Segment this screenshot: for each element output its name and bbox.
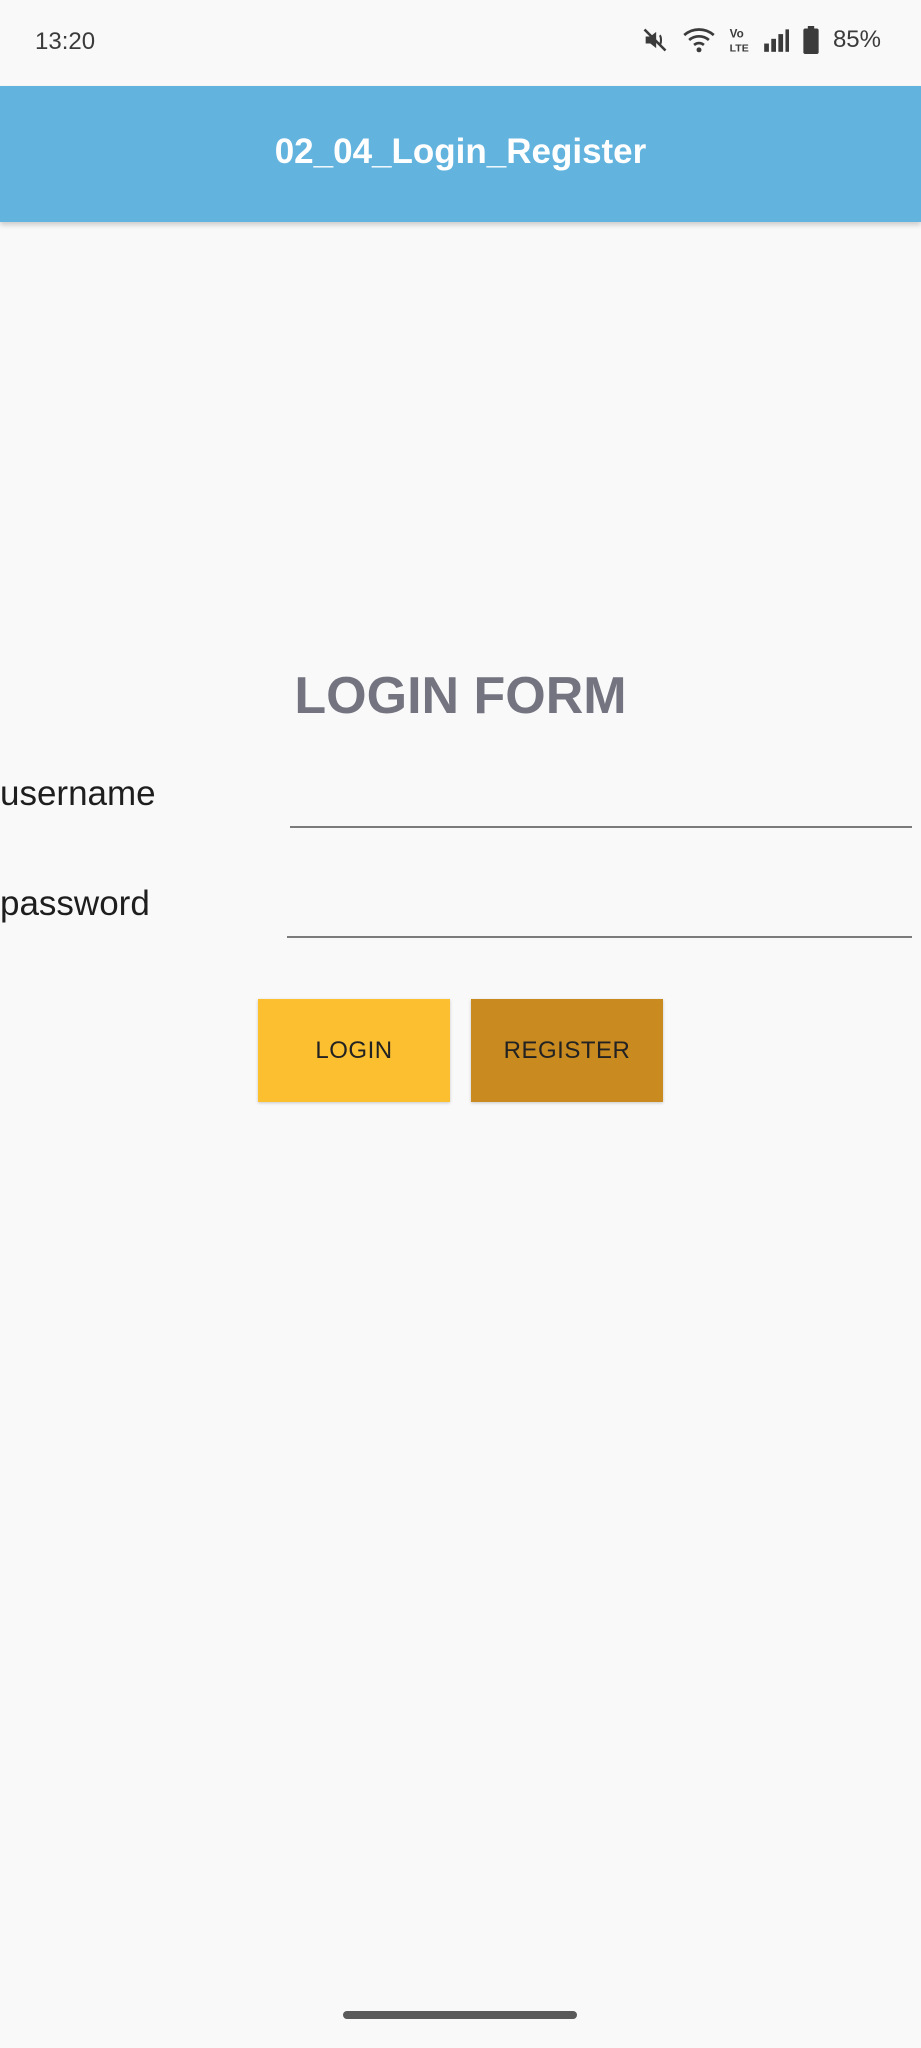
register-button[interactable]: REGISTER — [471, 999, 663, 1102]
signal-icon — [763, 28, 789, 52]
username-input[interactable] — [290, 776, 912, 828]
password-label: password — [0, 884, 150, 923]
app-screen: 13:20 Vo LTE 85% 02_04_Login_Register LO… — [0, 0, 921, 2048]
wifi-icon — [683, 26, 715, 54]
app-bar: 02_04_Login_Register — [0, 86, 921, 222]
volte-icon: Vo LTE — [729, 26, 749, 54]
mute-icon — [641, 26, 669, 54]
username-label: username — [0, 774, 156, 813]
app-title: 02_04_Login_Register — [274, 132, 647, 171]
password-input[interactable] — [287, 886, 912, 938]
svg-text:LTE: LTE — [730, 43, 749, 54]
status-icons: Vo LTE 85% — [641, 26, 881, 54]
login-button[interactable]: LOGIN — [258, 999, 450, 1102]
battery-icon — [803, 26, 819, 54]
battery-percentage: 85% — [832, 26, 881, 53]
svg-text:Vo: Vo — [730, 28, 744, 41]
status-bar: 13:20 Vo LTE 85% — [0, 0, 921, 86]
status-time: 13:20 — [35, 28, 96, 55]
form-heading: LOGIN FORM — [294, 667, 627, 725]
gesture-navigation-bar[interactable] — [343, 2011, 577, 2019]
